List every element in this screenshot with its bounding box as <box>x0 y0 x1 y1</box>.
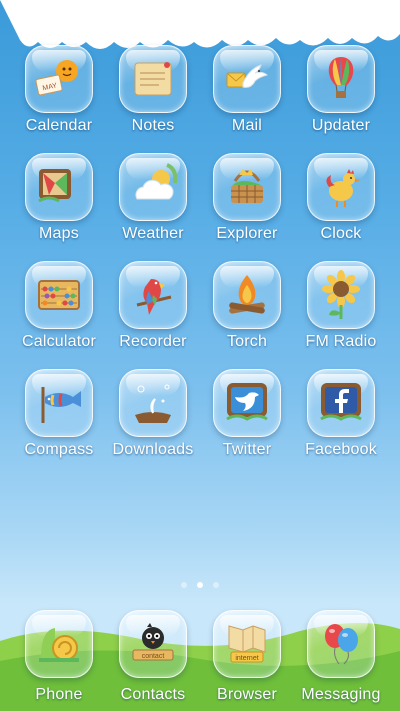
app-twitter[interactable]: Twitter <box>200 369 294 477</box>
dock-browser[interactable]: internet Browser <box>200 610 294 704</box>
page-dot[interactable] <box>181 582 187 588</box>
app-fm-radio[interactable]: FM Radio <box>294 261 388 369</box>
bird-contacts-icon: contact <box>119 610 187 678</box>
app-label: Recorder <box>119 333 187 350</box>
app-calendar[interactable]: MAY Calendar <box>12 45 106 153</box>
page-dot[interactable] <box>213 582 219 588</box>
parrot-icon <box>119 261 187 329</box>
app-recorder[interactable]: Recorder <box>106 261 200 369</box>
snail-phone-icon <box>25 610 93 678</box>
app-label: Phone <box>35 686 83 703</box>
calendar-icon: MAY <box>25 45 93 113</box>
page-indicator <box>0 582 400 588</box>
app-label: Compass <box>24 441 94 458</box>
app-label: Contacts <box>120 686 186 703</box>
app-maps[interactable]: Maps <box>12 153 106 261</box>
app-label: Facebook <box>305 441 377 458</box>
app-label: Weather <box>122 225 184 242</box>
app-label: Twitter <box>222 441 272 458</box>
app-grid: MAY Calendar Notes Mail Updater Maps Wea… <box>0 45 400 477</box>
app-label: Clock <box>320 225 362 242</box>
app-label: Browser <box>216 686 278 703</box>
dock: Phone contact Contacts internet Browser … <box>0 610 400 704</box>
maps-icon <box>25 153 93 221</box>
app-label: Downloads <box>112 441 194 458</box>
facebook-icon <box>307 369 375 437</box>
campfire-icon <box>213 261 281 329</box>
mail-icon <box>213 45 281 113</box>
app-downloads[interactable]: Downloads <box>106 369 200 477</box>
balloons-messaging-icon <box>307 610 375 678</box>
app-label: Maps <box>39 225 79 242</box>
app-label: FM Radio <box>305 333 377 350</box>
app-label: Calculator <box>21 333 97 350</box>
app-compass[interactable]: Compass <box>12 369 106 477</box>
dock-messaging[interactable]: Messaging <box>294 610 388 704</box>
sunflower-icon <box>307 261 375 329</box>
app-label: Explorer <box>216 225 278 242</box>
basket-icon <box>213 153 281 221</box>
balloon-icon <box>307 45 375 113</box>
dock-contacts[interactable]: contact Contacts <box>106 610 200 704</box>
app-label: Updater <box>311 117 371 134</box>
weather-icon <box>119 153 187 221</box>
abacus-icon <box>25 261 93 329</box>
app-calculator[interactable]: Calculator <box>12 261 106 369</box>
notes-icon <box>119 45 187 113</box>
rooster-icon <box>307 153 375 221</box>
app-label: Torch <box>226 333 268 350</box>
app-clock[interactable]: Clock <box>294 153 388 261</box>
app-label: Messaging <box>301 686 381 703</box>
app-explorer[interactable]: Explorer <box>200 153 294 261</box>
app-label: Notes <box>131 117 175 134</box>
app-label: Mail <box>231 117 263 134</box>
dock-phone[interactable]: Phone <box>12 610 106 704</box>
page-dot-active[interactable] <box>197 582 203 588</box>
twitter-icon <box>213 369 281 437</box>
app-torch[interactable]: Torch <box>200 261 294 369</box>
app-facebook[interactable]: Facebook <box>294 369 388 477</box>
downloads-bubble-icon <box>119 369 187 437</box>
app-weather[interactable]: Weather <box>106 153 200 261</box>
contacts-sign-text: contact <box>142 653 165 660</box>
browser-sign-text: internet <box>235 655 258 662</box>
windsock-fish-icon <box>25 369 93 437</box>
app-updater[interactable]: Updater <box>294 45 388 153</box>
map-sign-browser-icon: internet <box>213 610 281 678</box>
app-notes[interactable]: Notes <box>106 45 200 153</box>
app-mail[interactable]: Mail <box>200 45 294 153</box>
app-label: Calendar <box>25 117 93 134</box>
